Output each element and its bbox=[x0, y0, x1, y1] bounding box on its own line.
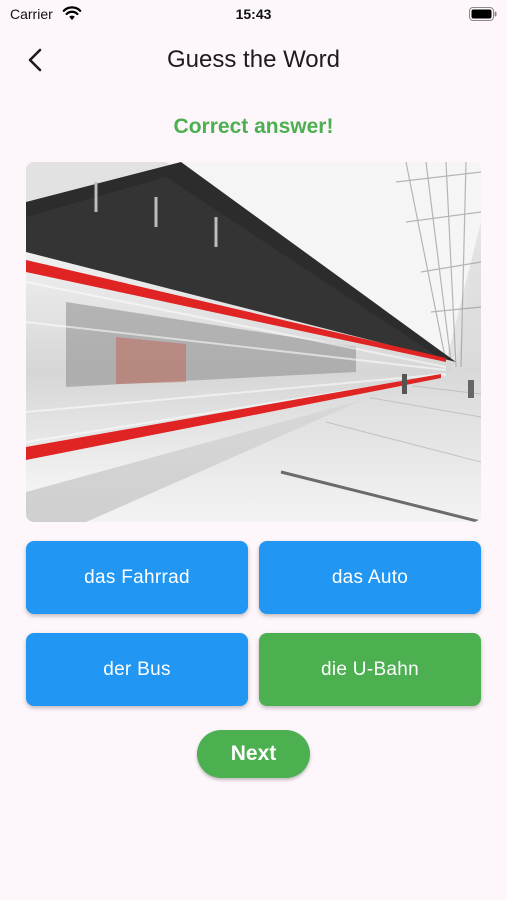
clock: 15:43 bbox=[235, 6, 272, 22]
next-button[interactable]: Next bbox=[197, 730, 310, 778]
answer-button-das-auto[interactable]: das Auto bbox=[259, 541, 481, 614]
answer-button-die-u-bahn[interactable]: die U-Bahn bbox=[259, 633, 481, 706]
question-image bbox=[26, 162, 481, 522]
app-bar: Guess the Word bbox=[0, 36, 507, 86]
answer-button-der-bus[interactable]: der Bus bbox=[26, 633, 248, 706]
subway-train-illustration bbox=[26, 162, 481, 522]
answer-button-das-fahrrad[interactable]: das Fahrrad bbox=[26, 541, 248, 614]
battery-icon bbox=[469, 7, 497, 21]
status-bar: Carrier 15:43 bbox=[0, 0, 507, 28]
feedback-message: Correct answer! bbox=[173, 115, 334, 138]
page-title: Guess the Word bbox=[167, 46, 340, 73]
